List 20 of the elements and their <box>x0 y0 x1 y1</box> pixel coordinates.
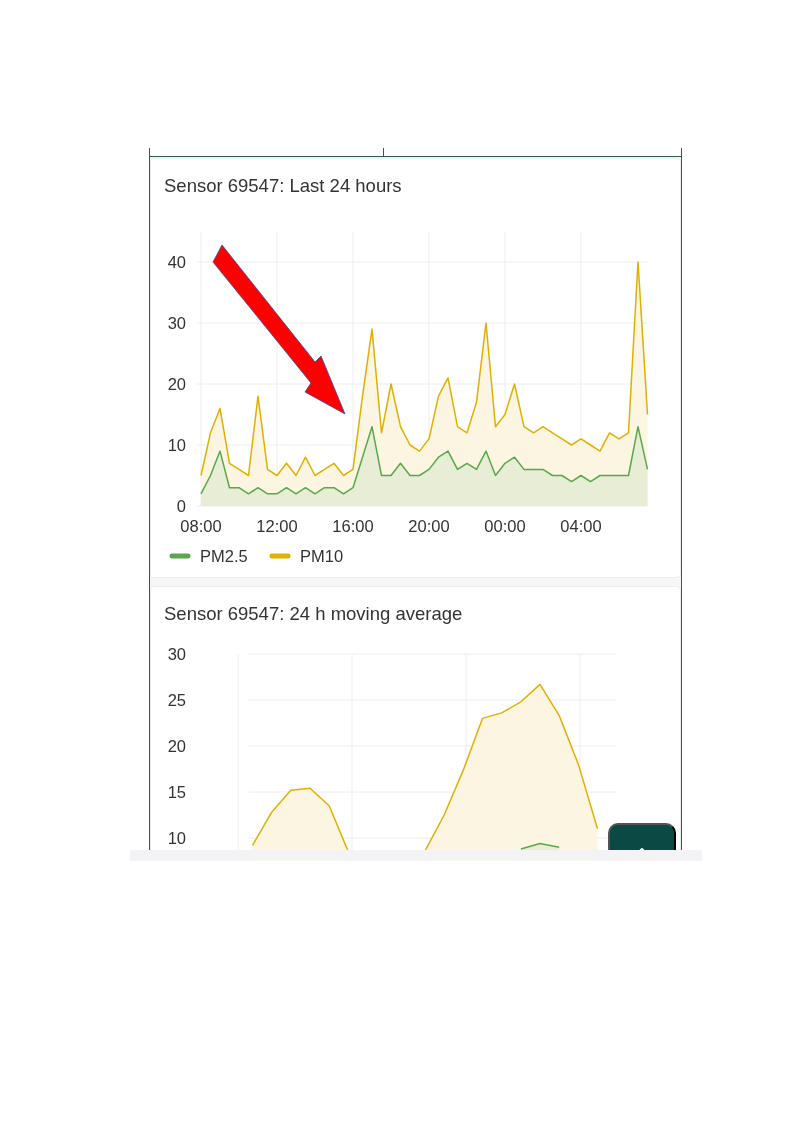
x-tick-label: 20:00 <box>408 517 450 535</box>
x-tick-label: 08:00 <box>180 517 222 535</box>
legend-label[interactable]: PM10 <box>300 547 344 565</box>
legend-label[interactable]: PM2.5 <box>200 547 248 565</box>
y-tick-label: 25 <box>167 691 186 709</box>
y-tick-label: 10 <box>167 436 186 454</box>
y-tick-label: 0 <box>176 497 186 515</box>
x-tick-label: 00:00 <box>484 517 526 535</box>
x-tick-label: 12:00 <box>256 517 298 535</box>
chart-title: Sensor 69547: Last 24 hours <box>163 174 403 197</box>
y-tick-label: 20 <box>167 375 186 393</box>
y-tick-label: 30 <box>167 314 186 332</box>
y-tick-label: 40 <box>167 253 186 271</box>
y-tick-label: 15 <box>167 783 186 801</box>
chart-title: Sensor 69547: 24 h moving average <box>163 602 464 625</box>
y-tick-label: 10 <box>167 829 186 847</box>
x-tick-label: 16:00 <box>332 517 374 535</box>
y-tick-label: 20 <box>167 737 186 755</box>
y-tick-label: 30 <box>167 645 186 663</box>
x-tick-label: 04:00 <box>560 517 602 535</box>
